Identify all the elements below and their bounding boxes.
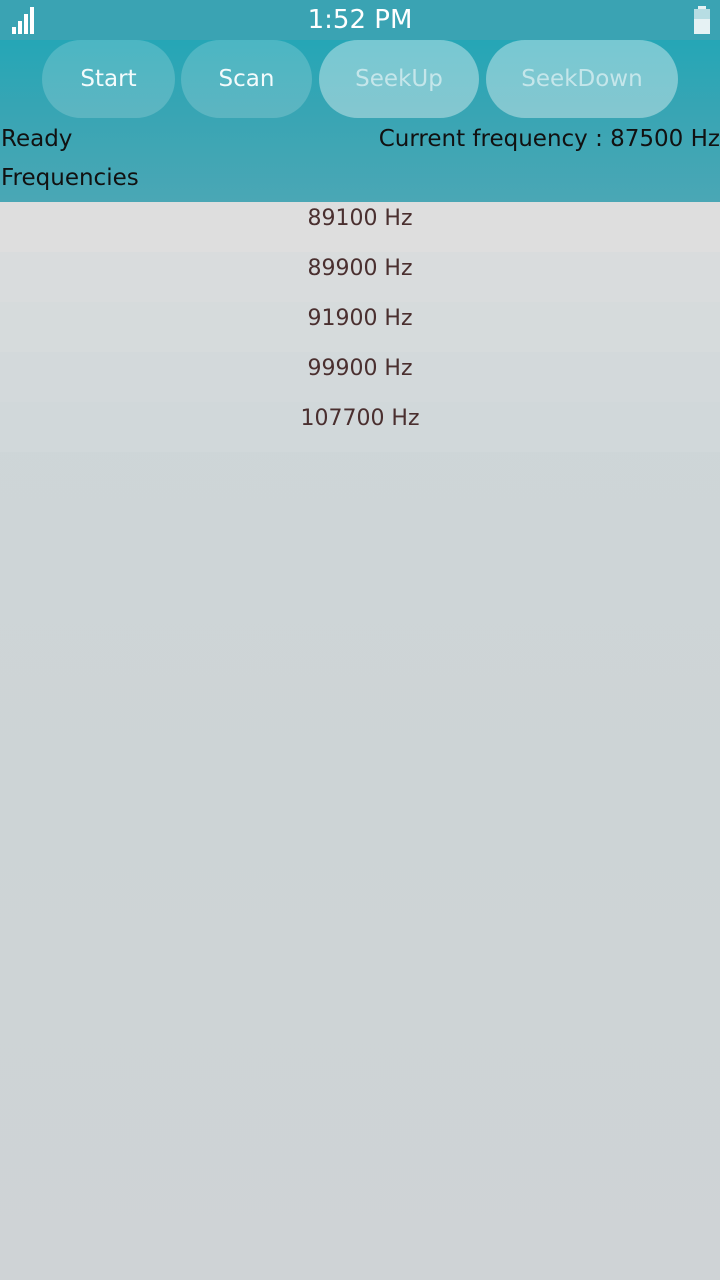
scan-button[interactable]: Scan [181,40,312,118]
radio-header: Start Scan SeekUp SeekDown Ready Current… [0,40,720,202]
battery-icon [694,6,710,34]
status-bar: 1:52 PM [0,0,720,40]
seek-down-button[interactable]: SeekDown [486,40,678,118]
frequencies-title: Frequencies [1,165,139,191]
list-item[interactable]: 99900 Hz [0,352,720,402]
current-frequency-label: Current frequency : 87500 Hz [378,126,720,152]
status-clock: 1:52 PM [307,5,413,35]
list-item[interactable]: 107700 Hz [0,402,720,452]
seek-up-button[interactable]: SeekUp [319,40,479,118]
list-item[interactable]: 89100 Hz [0,202,720,252]
list-item[interactable]: 89900 Hz [0,252,720,302]
list-item[interactable]: 91900 Hz [0,302,720,352]
start-button[interactable]: Start [42,40,175,118]
frequency-list: 89100 Hz 89900 Hz 91900 Hz 99900 Hz 1077… [0,202,720,452]
status-label: Ready [1,126,73,152]
